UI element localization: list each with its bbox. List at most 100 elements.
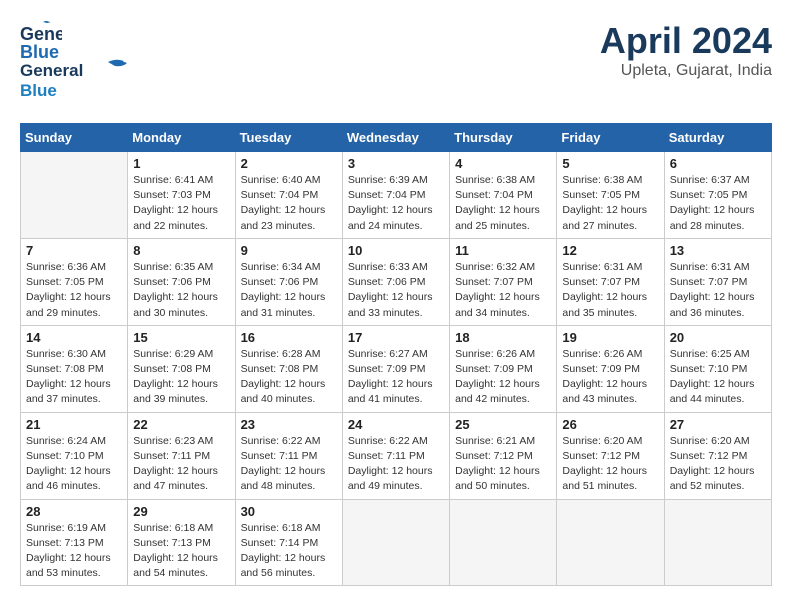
calendar-cell: 2Sunrise: 6:40 AMSunset: 7:04 PMDaylight…	[235, 152, 342, 239]
day-number: 10	[348, 243, 444, 258]
day-info: Sunrise: 6:20 AMSunset: 7:12 PMDaylight:…	[562, 434, 658, 495]
calendar-cell: 15 Sunrise: 6:29 AM Sunset: 7:08 PM Dayligh…	[128, 325, 235, 412]
sunset-text: Sunset: 7:11 PM	[241, 450, 318, 462]
calendar-week-row: 14Sunrise: 6:30 AMSunset: 7:08 PMDayligh…	[21, 325, 772, 412]
daylight-text: Daylight: 12 hoursand 33 minutes.	[348, 291, 433, 318]
sunset-text: Sunset: 7:06 PM	[348, 276, 426, 288]
day-info: Sunrise: 6:34 AMSunset: 7:06 PMDaylight:…	[241, 260, 337, 321]
sunset-text: Sunset: 7:08 PM	[133, 363, 211, 375]
day-number: 6	[670, 156, 766, 171]
day-number: 1	[133, 156, 229, 171]
sunset-text: Sunset: 7:14 PM	[241, 537, 319, 549]
calendar-cell	[342, 499, 449, 586]
calendar-week-row: 7 Sunrise: 6:36 AMSunset: 7:05 PMDaylight…	[21, 238, 772, 325]
weekday-header: Sunday	[21, 124, 128, 152]
calendar-cell: 3 Sunrise: 6:39 AMSunset: 7:04 PMDaylight…	[342, 152, 449, 239]
sunrise-text: Sunrise: 6:29 AM	[133, 348, 213, 360]
sunrise-text: Sunrise: 6:31 AM	[670, 261, 750, 273]
calendar-cell: 26 Sunrise: 6:20 AMSunset: 7:12 PMDayligh…	[557, 412, 664, 499]
day-info: Sunrise: 6:30 AMSunset: 7:08 PMDaylight:…	[26, 347, 122, 408]
day-info: Sunrise: 6:32 AMSunset: 7:07 PMDaylight:…	[455, 260, 551, 321]
calendar-cell: 9 Sunrise: 6:34 AMSunset: 7:06 PMDaylight…	[235, 238, 342, 325]
day-number: 7	[26, 243, 122, 258]
day-number: 9	[241, 243, 337, 258]
calendar-cell: 30Sunrise: 6:18 AMSunset: 7:14 PMDayligh…	[235, 499, 342, 586]
daylight-text: Daylight: 12 hoursand 30 minutes.	[133, 291, 218, 318]
sunrise-text: Sunrise: 6:37 AM	[670, 174, 750, 186]
sunrise-text: Sunrise: 6:38 AM	[455, 174, 535, 186]
day-info: Sunrise: 6:18 AMSunset: 7:13 PMDaylight:…	[133, 521, 229, 582]
daylight-text: Daylight: 12 hoursand 37 minutes.	[26, 378, 111, 405]
calendar-cell: 7 Sunrise: 6:36 AMSunset: 7:05 PMDaylight…	[21, 238, 128, 325]
day-number: 28	[26, 504, 122, 519]
daylight-text: Daylight: 12 hoursand 31 minutes.	[241, 291, 326, 318]
day-number: 11	[455, 243, 551, 258]
sunset-text: Sunset: 7:10 PM	[670, 363, 748, 375]
day-info: Sunrise: 6:27 AMSunset: 7:09 PMDaylight:…	[348, 347, 444, 408]
calendar-cell: 27Sunrise: 6:20 AMSunset: 7:12 PMDayligh…	[664, 412, 771, 499]
day-number: 29	[133, 504, 229, 519]
logo-icon: General Blue	[20, 20, 62, 62]
calendar-cell: 29 Sunrise: 6:18 AMSunset: 7:13 PMDayligh…	[128, 499, 235, 586]
svg-text:General: General	[20, 61, 83, 80]
day-number: 13	[670, 243, 766, 258]
daylight-text: Daylight: 12 hoursand 36 minutes.	[670, 291, 755, 318]
daylight-text: Daylight: 12 hoursand 52 minutes.	[670, 465, 755, 492]
day-number: 3	[348, 156, 444, 171]
calendar-cell: 12Sunrise: 6:31 AMSunset: 7:07 PMDayligh…	[557, 238, 664, 325]
calendar-cell	[450, 499, 557, 586]
day-number: 17	[348, 330, 444, 345]
sunset-text: Sunset: 7:04 PM	[348, 189, 426, 201]
calendar-cell: 5Sunrise: 6:38 AMSunset: 7:05 PMDaylight…	[557, 152, 664, 239]
day-number: 2	[241, 156, 337, 171]
day-info: Sunrise: 6:36 AMSunset: 7:05 PMDaylight:…	[26, 260, 122, 321]
calendar-cell	[21, 152, 128, 239]
sunset-text: Sunset: 7:10 PM	[26, 450, 104, 462]
day-info: Sunrise: 6:28 AM Sunset: 7:08 PM Daylight:…	[241, 347, 337, 408]
sunrise-text: Sunrise: 6:20 AM	[562, 435, 642, 447]
day-number: 26	[562, 417, 658, 432]
daylight-text: Daylight: 12 hoursand 56 minutes.	[241, 552, 326, 579]
title-block: April 2024 Upleta, Gujarat, India	[600, 20, 772, 80]
sunrise-text: Sunrise: 6:26 AM	[455, 348, 535, 360]
daylight-text: Daylight: 12 hoursand 50 minutes.	[455, 465, 540, 492]
daylight-text: Daylight: 12 hoursand 53 minutes.	[26, 552, 111, 579]
day-info: Sunrise: 6:22 AMSunset: 7:11 PMDaylight:…	[348, 434, 444, 495]
day-number: 8	[133, 243, 229, 258]
sunrise-text: Sunrise: 6:41 AM	[133, 174, 213, 186]
daylight-text: Daylight: 12 hoursand 39 minutes.	[133, 378, 218, 405]
calendar-week-row: 1Sunrise: 6:41 AMSunset: 7:03 PMDaylight…	[21, 152, 772, 239]
daylight-text: Daylight: 12 hoursand 29 minutes.	[26, 291, 111, 318]
sunrise-text: Sunrise: 6:27 AM	[348, 348, 428, 360]
sunset-text: Sunset: 7:05 PM	[562, 189, 640, 201]
sunrise-text: Sunrise: 6:21 AM	[455, 435, 535, 447]
sunset-text: Sunset: 7:06 PM	[133, 276, 211, 288]
calendar-cell: 6Sunrise: 6:37 AMSunset: 7:05 PMDaylight…	[664, 152, 771, 239]
day-number: 19	[562, 330, 658, 345]
calendar-cell: 18Sunrise: 6:26 AMSunset: 7:09 PMDayligh…	[450, 325, 557, 412]
day-number: 16	[241, 330, 337, 345]
sunrise-text: Sunrise: 6:18 AM	[133, 522, 213, 534]
sunrise-text: Sunrise: 6:31 AM	[562, 261, 642, 273]
calendar-subtitle: Upleta, Gujarat, India	[600, 62, 772, 80]
day-info: Sunrise: 6:26 AMSunset: 7:09 PMDaylight:…	[455, 347, 551, 408]
sunset-text: Sunset: 7:08 PM	[26, 363, 104, 375]
sunrise-text: Sunrise: 6:20 AM	[670, 435, 750, 447]
day-info: Sunrise: 6:26 AMSunset: 7:09 PMDaylight:…	[562, 347, 658, 408]
calendar-cell: 25Sunrise: 6:21 AMSunset: 7:12 PMDayligh…	[450, 412, 557, 499]
calendar-cell: 21Sunrise: 6:24 AMSunset: 7:10 PMDayligh…	[21, 412, 128, 499]
day-info: Sunrise: 6:33 AMSunset: 7:06 PMDaylight:…	[348, 260, 444, 321]
daylight-text: Daylight: 12 hoursand 24 minutes.	[348, 204, 433, 231]
sunrise-text: Sunrise: 6:24 AM	[26, 435, 106, 447]
day-number: 15	[133, 330, 229, 345]
logo: General Blue General Blue	[20, 20, 130, 107]
daylight-text: Daylight: 12 hoursand 40 minutes.	[241, 378, 326, 405]
page-header: General Blue General Blue April 2024 Upl…	[20, 20, 772, 107]
calendar-cell: 16 Sunrise: 6:28 AM Sunset: 7:08 PM Dayligh…	[235, 325, 342, 412]
sunset-text: Sunset: 7:08 PM	[241, 363, 319, 375]
daylight-text: Daylight: 12 hoursand 28 minutes.	[670, 204, 755, 231]
sunrise-text: Sunrise: 6:28 AM	[241, 348, 321, 360]
day-info: Sunrise: 6:31 AMSunset: 7:07 PMDaylight:…	[562, 260, 658, 321]
day-info: Sunrise: 6:39 AMSunset: 7:04 PMDaylight:…	[348, 173, 444, 234]
daylight-text: Daylight: 12 hoursand 47 minutes.	[133, 465, 218, 492]
